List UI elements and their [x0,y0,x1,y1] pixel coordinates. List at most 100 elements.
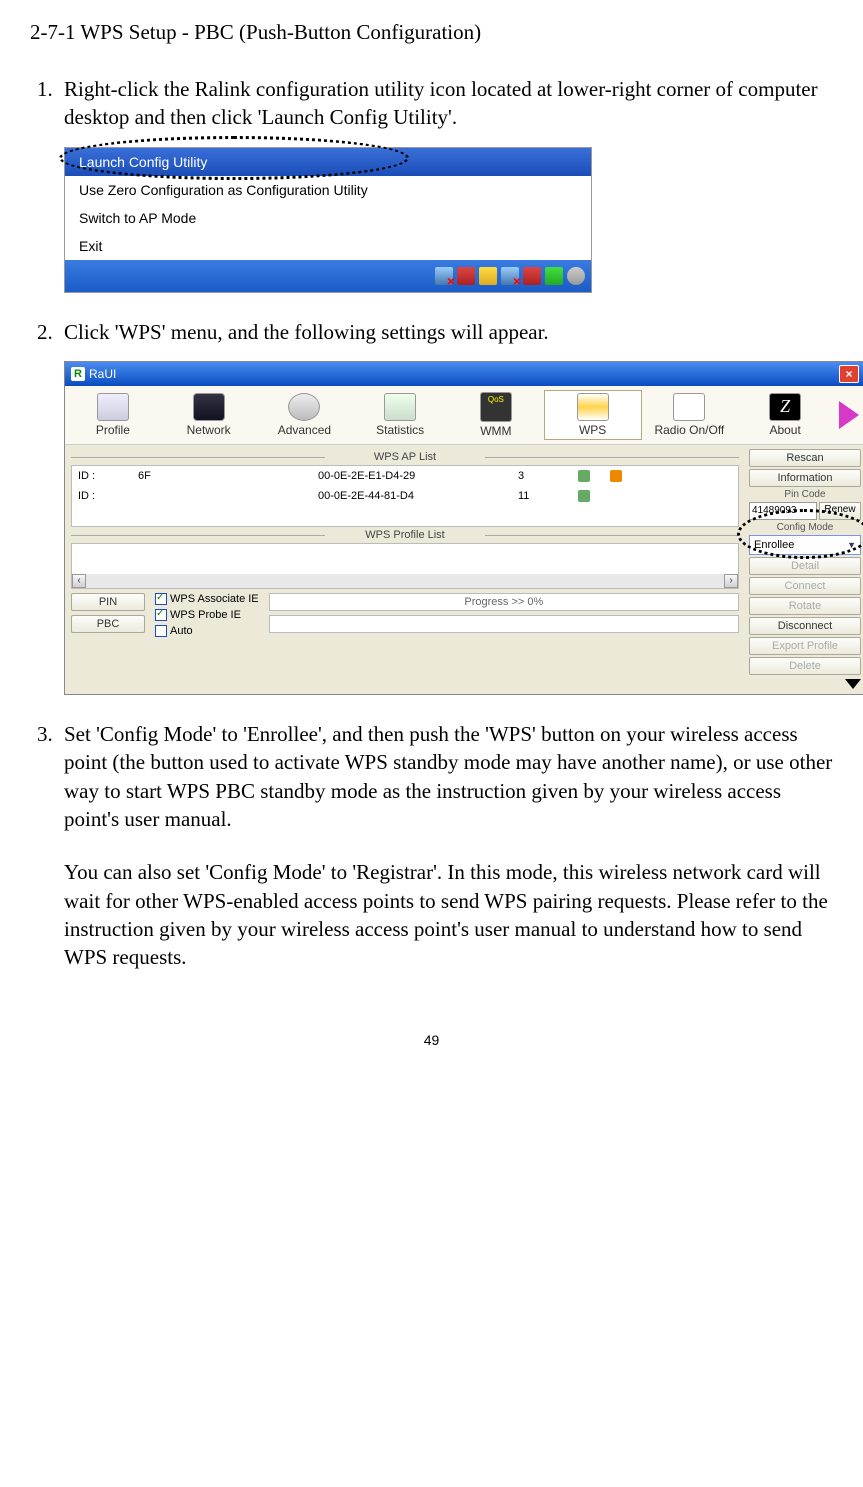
ap-mac: 00-0E-2E-44-81-D4 [318,490,498,502]
network-icon [193,393,225,421]
ap-id: ID : [78,490,118,502]
ap-row[interactable]: ID : 00-0E-2E-44-81-D4 11 [72,486,738,506]
status-box [269,615,739,633]
wmm-icon: QoS [480,392,512,422]
ap-row[interactable]: ID : 6F 00-0E-2E-E1-D4-29 3 [72,466,738,486]
menu-item-launch[interactable]: Launch Config Utility [65,148,591,176]
config-mode-select[interactable]: Enrollee ▼ [749,535,861,555]
wps-associate-checkbox[interactable]: WPS Associate IE [155,593,259,605]
tab-network[interactable]: Network [161,391,257,439]
tab-label: Profile [96,423,130,437]
rotate-button[interactable]: Rotate [749,597,861,615]
step-2: Click 'WPS' menu, and the following sett… [58,318,833,695]
checkbox-icon [155,609,167,621]
menu-label: Launch Config Utility [79,154,207,170]
step-1-text: Right-click the Ralink configuration uti… [64,75,833,132]
tray-icon[interactable] [479,267,497,285]
profile-list-label: WPS Profile List [71,529,739,541]
scroll-right-button[interactable]: › [724,574,738,588]
disconnect-button[interactable]: Disconnect [749,617,861,635]
ap-list[interactable]: ID : 6F 00-0E-2E-E1-D4-29 3 ID : 00-0E-2… [71,465,739,527]
menu-item-zeroconfig[interactable]: Use Zero Configuration as Configuration … [65,176,591,204]
tab-label: Statistics [376,423,424,437]
checkbox-label: Auto [170,625,193,637]
advanced-icon [288,393,320,421]
tray-volume-icon[interactable] [567,267,585,285]
menu-item-apmode[interactable]: Switch to AP Mode [65,204,591,232]
tab-radio[interactable]: Radio On/Off [642,391,738,439]
step-3: Set 'Config Mode' to 'Enrollee', and the… [58,720,833,972]
wps-icon [577,393,609,421]
ap-id: ID : [78,470,118,482]
window-title: RaUI [89,367,116,381]
close-button[interactable]: × [839,365,859,383]
profile-icon [97,393,129,421]
checkbox-icon [155,593,167,605]
next-arrow-icon[interactable] [839,401,859,429]
chevron-down-icon [845,679,861,689]
tray-icon[interactable] [523,267,541,285]
config-mode-label: Config Mode [749,522,861,533]
delete-button[interactable]: Delete [749,657,861,675]
pin-button[interactable]: PIN [71,593,145,611]
tab-advanced[interactable]: Advanced [257,391,353,439]
collapse-arrow[interactable] [65,679,863,694]
ap-channel: 11 [518,490,558,502]
tab-label: Advanced [278,423,331,437]
tray-icon[interactable] [457,267,475,285]
chevron-down-icon: ▼ [847,538,856,552]
tab-label: WMM [480,424,511,438]
raui-window: R RaUI × Profile Network Advanced Statis… [64,361,863,695]
connect-button[interactable]: Connect [749,577,861,595]
ap-name: 6F [138,470,298,482]
auto-checkbox[interactable]: Auto [155,625,259,637]
scroll-left-button[interactable]: ‹ [72,574,86,588]
step-3-text-b: You can also set 'Config Mode' to 'Regis… [64,858,833,971]
pbc-button[interactable]: PBC [71,615,145,633]
tab-about[interactable]: Z About [737,391,833,439]
tab-statistics[interactable]: Statistics [352,391,448,439]
tray-network-icon[interactable] [501,267,519,285]
checkbox-icon [155,625,167,637]
profile-list[interactable]: ‹ › [71,543,739,589]
ap-mac: 00-0E-2E-E1-D4-29 [318,470,498,482]
progress-bar: Progress >> 0% [269,593,739,611]
ap-channel: 3 [518,470,558,482]
wps-probe-checkbox[interactable]: WPS Probe IE [155,609,259,621]
export-profile-button[interactable]: Export Profile [749,637,861,655]
signal-icon [578,490,590,502]
app-icon: R [71,367,85,381]
toolbar: Profile Network Advanced Statistics QoS W… [65,386,863,445]
horizontal-scrollbar[interactable]: ‹ › [72,574,738,588]
taskbar [65,260,591,292]
tab-label: WPS [579,423,606,437]
about-icon: Z [769,393,801,421]
step-1: Right-click the Ralink configuration uti… [58,75,833,293]
security-icon [610,470,622,482]
tab-profile[interactable]: Profile [65,391,161,439]
rescan-button[interactable]: Rescan [749,449,861,467]
renew-button[interactable]: Renew [819,502,861,520]
tab-label: Radio On/Off [654,423,724,437]
pin-code-field[interactable]: 41489093 [749,502,817,520]
pin-code-label: Pin Code [749,489,861,500]
step-3-text-a: Set 'Config Mode' to 'Enrollee', and the… [64,720,833,833]
information-button[interactable]: Information [749,469,861,487]
detail-button[interactable]: Detail [749,557,861,575]
tray-network-icon[interactable] [435,267,453,285]
tab-wps[interactable]: WPS [544,390,642,440]
statistics-icon [384,393,416,421]
tab-label: About [769,423,800,437]
section-title: 2-7-1 WPS Setup - PBC (Push-Button Confi… [30,20,833,45]
context-menu-screenshot: Launch Config Utility Use Zero Configura… [64,147,592,293]
menu-item-exit[interactable]: Exit [65,232,591,260]
tab-label: Network [187,423,231,437]
tray-ralink-icon[interactable] [545,267,563,285]
checkbox-label: WPS Associate IE [170,593,259,605]
signal-icon [578,470,590,482]
page-number: 49 [30,1032,833,1048]
tab-wmm[interactable]: QoS WMM [448,390,544,440]
ap-list-label: WPS AP List [71,451,739,463]
select-value: Enrollee [754,538,794,552]
checkbox-label: WPS Probe IE [170,609,241,621]
